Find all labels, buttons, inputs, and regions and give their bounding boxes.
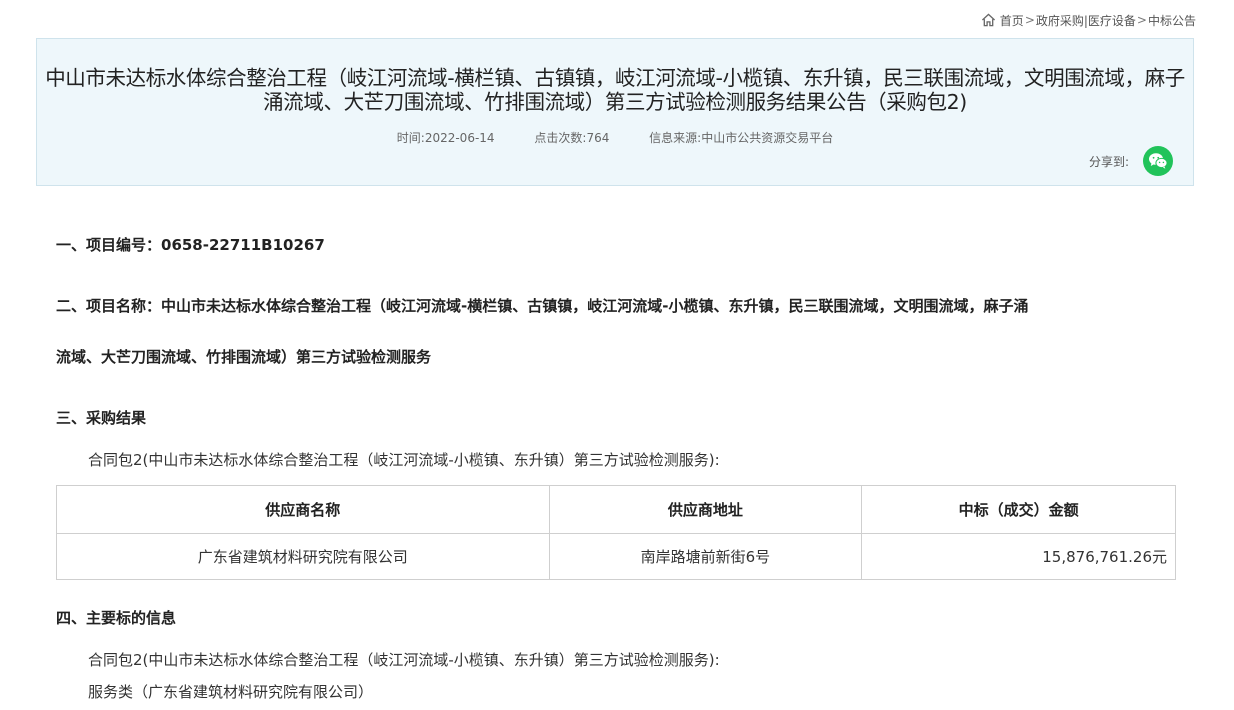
- breadcrumb-category[interactable]: 政府采购|医疗设备: [1036, 12, 1136, 29]
- table-header-row: 供应商名称 供应商地址 中标（成交）金额: [56, 485, 1176, 534]
- wechat-share-button[interactable]: [1143, 146, 1173, 176]
- breadcrumb-separator: >: [1024, 13, 1035, 27]
- contract-package-text-2: 合同包2(中山市未达标水体综合整治工程（岐江河流域-小榄镇、东升镇）第三方试验检…: [88, 651, 720, 669]
- table-row: 广东省建筑材料研究院有限公司 南岸路塘前新街6号 15,876,761.26元: [56, 533, 1176, 580]
- supplier-name-cell: 广东省建筑材料研究院有限公司: [56, 533, 550, 580]
- breadcrumb-current[interactable]: 中标公告: [1148, 12, 1196, 29]
- share-label: 分享到:: [1088, 154, 1129, 169]
- amount-cell: 15,876,761.26元: [861, 533, 1176, 580]
- contract-package-text: 合同包2(中山市未达标水体综合整治工程（岐江河流域-小榄镇、东升镇）第三方试验检…: [88, 451, 720, 469]
- project-name-line2: 流域、大芒刀围流域、竹排围流域）第三方试验检测服务: [56, 348, 432, 366]
- service-category-text: 服务类（广东省建筑材料研究院有限公司）: [88, 683, 374, 701]
- article-header: 中山市未达标水体综合整治工程（岐江河流域-横栏镇、古镇镇，岐江河流域-小榄镇、东…: [36, 38, 1194, 186]
- section-heading-results: 三、采购结果: [56, 409, 147, 427]
- click-count: 点击次数:764: [534, 131, 610, 145]
- info-source: 信息来源:中山市公共资源交易平台: [649, 131, 834, 145]
- project-number: 一、项目编号：0658-22711B10267: [56, 236, 325, 254]
- page-title: 中山市未达标水体综合整治工程（岐江河流域-横栏镇、古镇镇，岐江河流域-小榄镇、东…: [45, 66, 1185, 114]
- project-name-line1: 二、项目名称：中山市未达标水体综合整治工程（岐江河流域-横栏镇、古镇镇，岐江河流…: [56, 297, 1029, 315]
- wechat-icon: [1149, 153, 1168, 169]
- page: 首页 > 政府采购|医疗设备 > 中标公告 中山市未达标水体综合整治工程（岐江河…: [0, 0, 1234, 710]
- column-header-supplier-name: 供应商名称: [56, 485, 550, 534]
- column-header-supplier-address: 供应商地址: [548, 485, 863, 534]
- supplier-address-cell: 南岸路塘前新街6号: [548, 533, 863, 580]
- breadcrumb-home[interactable]: 首页: [1000, 12, 1024, 29]
- home-icon[interactable]: [981, 13, 996, 27]
- breadcrumb-separator: >: [1136, 13, 1147, 27]
- share-bar: 分享到:: [1089, 146, 1173, 176]
- column-header-amount: 中标（成交）金额: [861, 485, 1176, 534]
- article-meta: 时间:2022-06-14 点击次数:764 信息来源:中山市公共资源交易平台: [37, 129, 1193, 146]
- section-heading-main-info: 四、主要标的信息: [56, 609, 177, 627]
- result-table: 供应商名称 供应商地址 中标（成交）金额 广东省建筑材料研究院有限公司 南岸路塘…: [56, 485, 1176, 580]
- breadcrumb: 首页 > 政府采购|医疗设备 > 中标公告: [981, 10, 1196, 30]
- publish-time: 时间:2022-06-14: [396, 131, 495, 145]
